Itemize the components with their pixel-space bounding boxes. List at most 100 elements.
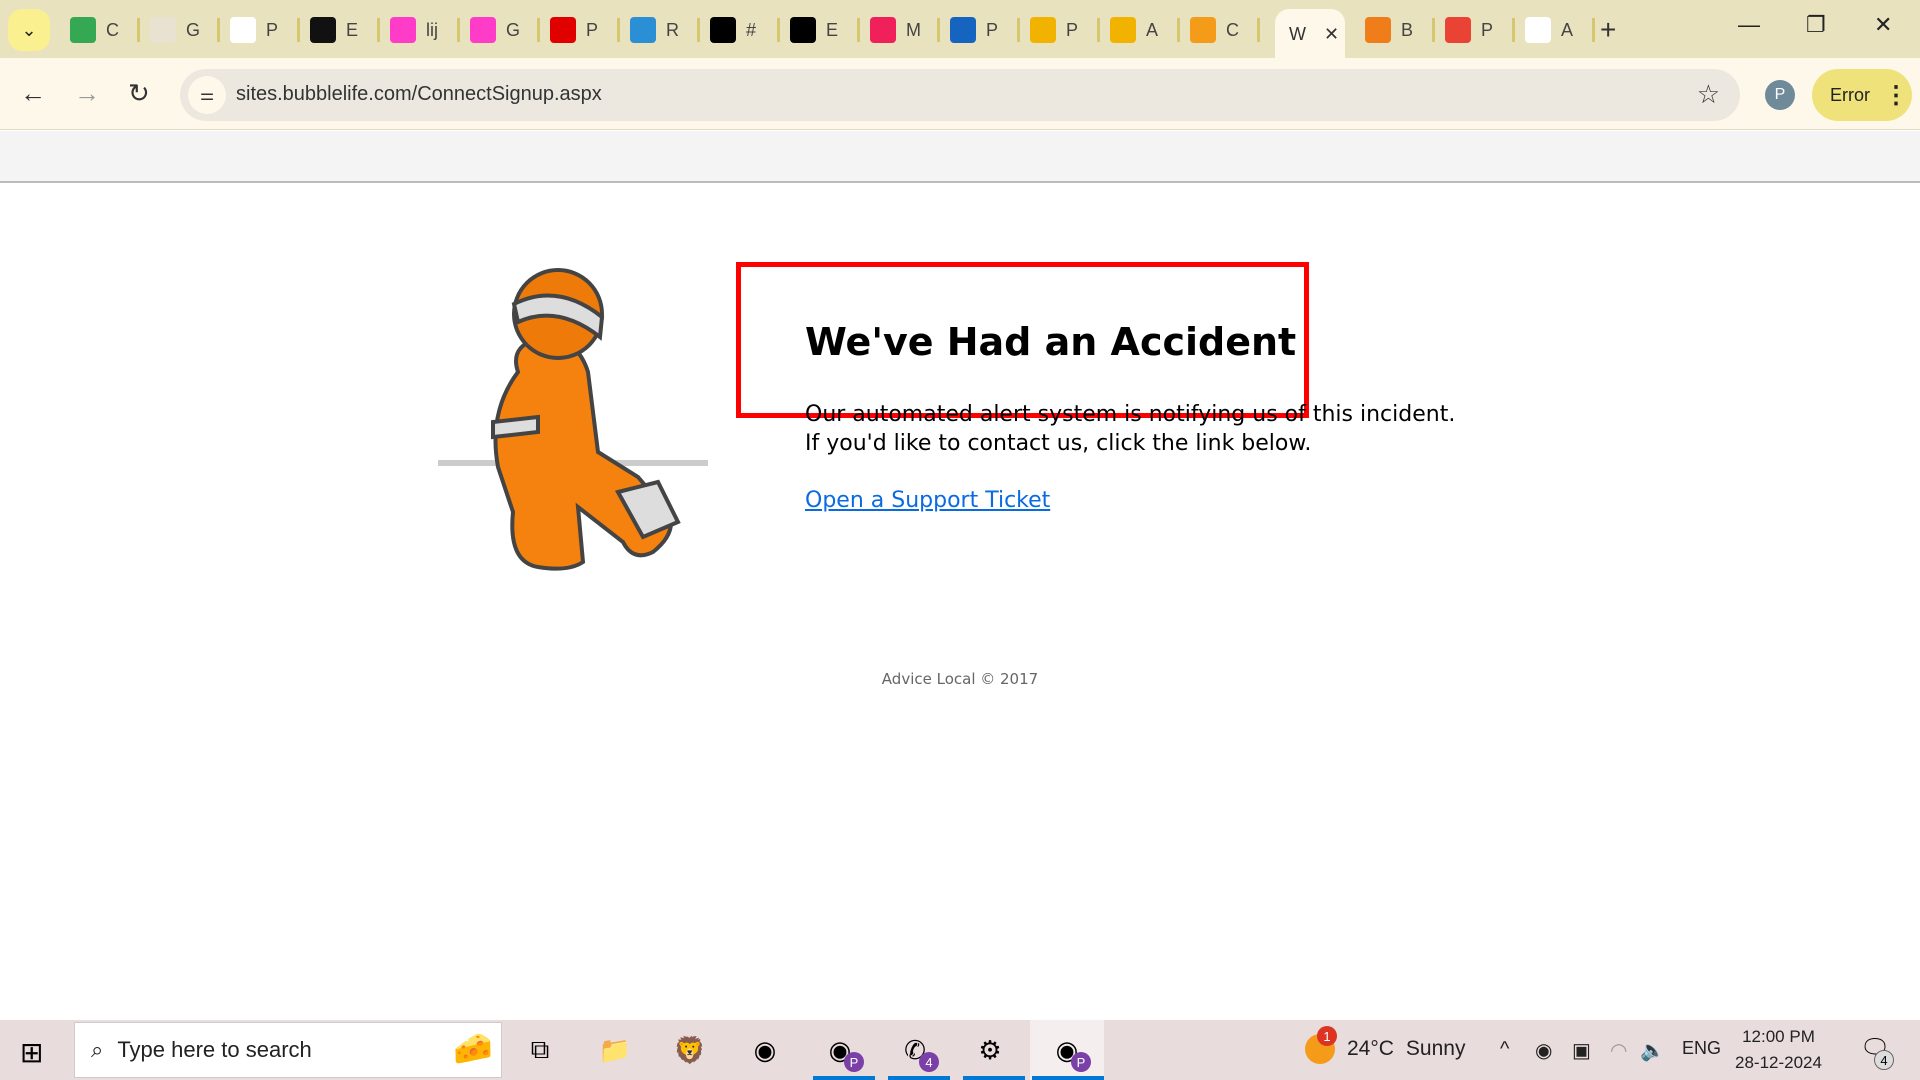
bookmark-star-icon[interactable]: ☆ [1697, 79, 1720, 110]
tab-strip: ⌄ C G P Elij G P R # E M P P A C W ✕ B P A + — ❐ ✕ [0, 0, 1920, 59]
tab[interactable]: P [1020, 12, 1100, 48]
more-menu-icon[interactable]: ⋮ [1884, 81, 1908, 110]
chrome-icon: ◉ [753, 1034, 777, 1065]
tab-title: E [826, 19, 839, 40]
brave-taskbar-icon[interactable]: 🦁 [670, 1030, 710, 1070]
taskbar-search-box[interactable]: ⌕ Type here to search 🧀 [74, 1022, 502, 1078]
chrome-taskbar-icon[interactable]: ◉ [745, 1030, 785, 1070]
tab-title: M [906, 19, 921, 40]
wifi-icon[interactable]: ◠ [1610, 1038, 1627, 1063]
tab-title: R [666, 19, 679, 40]
tab[interactable]: A [1515, 12, 1595, 48]
tab-title: G [186, 19, 201, 40]
minimize-button[interactable]: — [1738, 12, 1760, 38]
tab-search-button[interactable]: ⌄ [8, 9, 50, 51]
reload-button[interactable]: ↻ [128, 78, 150, 109]
notification-center-icon[interactable]: 🗨 4 [1860, 1034, 1894, 1070]
file-explorer-taskbar-icon[interactable]: 📁 [595, 1030, 635, 1070]
tab[interactable]: P [220, 12, 300, 48]
error-title: We've Had an Accident [805, 320, 1297, 364]
browser-toolbar: ← → ↻ ⚌ sites.bubblelife.com/ConnectSign… [0, 58, 1920, 130]
task-view-taskbar-icon[interactable]: ⧉ [520, 1030, 560, 1070]
tab-title: P [1481, 19, 1494, 40]
tab[interactable]: # [700, 12, 780, 48]
injured-figure-illustration [438, 268, 708, 571]
url-text[interactable]: sites.bubblelife.com/ConnectSignup.aspx [236, 83, 602, 106]
new-tab-button[interactable]: + [1600, 14, 1616, 46]
tab-title: A [1146, 19, 1159, 40]
ring-logo-icon [1110, 17, 1136, 43]
error-label: Error [1830, 84, 1870, 105]
task-view-icon: ⧉ [530, 1034, 550, 1064]
notification-count: 4 [1874, 1050, 1894, 1070]
tab-title: G [506, 19, 521, 40]
tab[interactable]: G [460, 12, 540, 48]
tab[interactable]: C [60, 12, 140, 48]
cart-icon [790, 17, 816, 43]
search-highlight-illustration: 🧀 [453, 1030, 493, 1066]
search-placeholder: Type here to search [117, 1037, 312, 1062]
running-indicator [1032, 1076, 1104, 1080]
windows-start-icon[interactable]: ⊞ [20, 1036, 43, 1069]
settings-taskbar-icon[interactable]: ⚙ [970, 1030, 1010, 1070]
show-hidden-icons-chevron-icon[interactable]: ^ [1500, 1038, 1509, 1061]
tab-title: C [1226, 19, 1239, 40]
whatsapp-taskbar-icon[interactable]: ✆ 4 [895, 1030, 939, 1072]
tab[interactable]: C [1180, 12, 1260, 48]
clock[interactable]: 12:00 PM 28-12-2024 [1735, 1024, 1822, 1076]
close-window-button[interactable]: ✕ [1874, 12, 1892, 38]
tab[interactable]: G [140, 12, 220, 48]
record-icon[interactable]: ◉ [1535, 1038, 1552, 1063]
tab[interactable]: P [940, 12, 1020, 48]
house-logo-icon [1525, 17, 1551, 43]
tab-title: P [986, 19, 999, 40]
error-button[interactable]: Error ⋮ [1812, 69, 1912, 121]
weather-sun-icon: 1 [1305, 1026, 1337, 1064]
tab[interactable]: M [860, 12, 940, 48]
tab-title: E [346, 19, 359, 40]
tab-separator [1592, 18, 1595, 42]
link-icon [870, 17, 896, 43]
back-button[interactable]: ← [20, 78, 46, 109]
app-badge: 4 [919, 1052, 939, 1072]
restore-button[interactable]: ❐ [1806, 12, 1826, 38]
app-badge: P [1071, 1052, 1091, 1072]
tab[interactable]: P [1435, 12, 1515, 48]
chrome-active-taskbar-icon[interactable]: ◉ P [1047, 1030, 1091, 1072]
footer-copyright: Advice Local © 2017 [881, 670, 1039, 688]
diamond-logo-icon [230, 17, 256, 43]
chevron-down-icon: ⌄ [21, 19, 37, 40]
brave-icon: 🦁 [673, 1034, 707, 1065]
tab[interactable]: lij [380, 12, 460, 48]
tab[interactable]: A [1100, 12, 1180, 48]
tab[interactable]: E [300, 12, 380, 48]
gmail-icon [1445, 17, 1471, 43]
forward-button[interactable]: → [74, 78, 100, 109]
running-indicator [888, 1076, 950, 1080]
address-bar[interactable]: ⚌ sites.bubblelife.com/ConnectSignup.asp… [180, 69, 1740, 121]
volume-icon[interactable]: 🔈 [1640, 1038, 1665, 1063]
goodreads-icon [150, 17, 176, 43]
profile-avatar[interactable]: P [1765, 80, 1795, 110]
language-indicator[interactable]: ENG [1682, 1038, 1721, 1059]
weather-condition: Sunny [1405, 1037, 1466, 1060]
weather-widget[interactable]: 1 24°C Sunny [1305, 1026, 1466, 1064]
tab[interactable]: B [1355, 12, 1435, 48]
camera-icon[interactable]: ▣ [1572, 1038, 1591, 1063]
site-info-icon[interactable]: ⚌ [188, 76, 226, 114]
support-ticket-link[interactable]: Open a Support Ticket [805, 488, 1050, 513]
close-tab-icon[interactable]: ✕ [1324, 24, 1339, 45]
tab-active[interactable]: W ✕ [1275, 9, 1345, 59]
chat-logo-icon [1190, 17, 1216, 43]
chrome-profile-p-taskbar-icon[interactable]: ◉ P [820, 1030, 864, 1072]
tab-title: P [1066, 19, 1079, 40]
clock-date: 28-12-2024 [1735, 1053, 1822, 1072]
tab[interactable]: P [540, 12, 620, 48]
site-header-bar [0, 131, 1920, 183]
tab[interactable]: E [780, 12, 860, 48]
settings-icon: ⚙ [978, 1034, 1002, 1065]
stairs-logo-icon [390, 17, 416, 43]
weather-temp: 24°C [1347, 1037, 1394, 1060]
cart-icon [710, 17, 736, 43]
tab[interactable]: R [620, 12, 700, 48]
